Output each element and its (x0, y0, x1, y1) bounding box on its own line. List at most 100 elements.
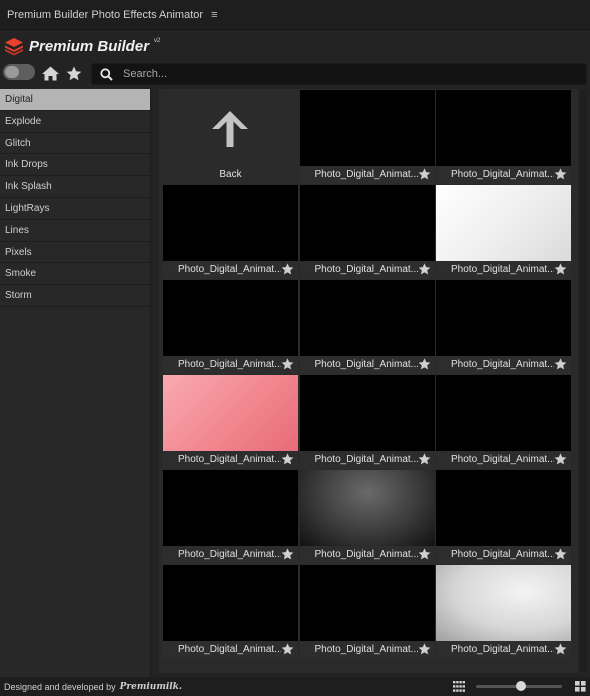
preset-thumbnail (436, 185, 571, 261)
sidebar-item-storm[interactable]: Storm (0, 285, 150, 307)
brand-name: Premium Builder (29, 37, 150, 55)
preset-label: Photo_Digital_Animat... (451, 549, 554, 561)
preset-label: Photo_Digital_Animat... (451, 264, 554, 276)
preset-thumbnail (300, 280, 435, 356)
panel-menu-icon[interactable]: ≡ (211, 9, 217, 21)
preset-caption: Photo_Digital_Animat... (299, 546, 435, 564)
preset-tile[interactable]: Photo_Digital_Animat... (163, 565, 298, 659)
preset-caption: Photo_Digital_Animat... (299, 356, 435, 374)
logo-icon (5, 38, 23, 56)
favorite-star-icon[interactable] (554, 168, 567, 180)
preset-label: Photo_Digital_Animat... (314, 549, 418, 561)
category-sidebar: Digital Explode Glitch Ink Drops Ink Spl… (0, 89, 151, 677)
favorite-star-icon[interactable] (418, 548, 431, 560)
preset-tile[interactable]: Photo_Digital_Animat... (163, 375, 298, 469)
sidebar-item-lines[interactable]: Lines (0, 220, 150, 242)
search-box (91, 63, 587, 85)
preset-tile[interactable]: Photo_Digital_Animat... (299, 90, 435, 184)
preset-caption: Photo_Digital_Animat... (436, 641, 571, 659)
favorite-star-icon[interactable] (418, 168, 431, 180)
favorite-star-icon[interactable] (418, 263, 431, 275)
preset-label: Photo_Digital_Animat... (451, 169, 554, 181)
back-tile[interactable]: Back (163, 90, 298, 184)
search-input[interactable] (123, 65, 578, 83)
title-bar: Premium Builder Photo Effects Animator ≡ (0, 0, 590, 30)
preset-tile[interactable]: Photo_Digital_Animat... (163, 185, 298, 279)
star-icon[interactable] (66, 66, 82, 81)
preset-label: Photo_Digital_Animat... (451, 454, 554, 466)
sidebar-item-explode[interactable]: Explode (0, 111, 150, 133)
favorite-star-icon[interactable] (281, 453, 294, 465)
mode-toggle[interactable] (3, 64, 35, 80)
sidebar-item-smoke[interactable]: Smoke (0, 263, 150, 286)
thumbnail-size-slider[interactable] (476, 681, 562, 691)
preset-tile[interactable]: Photo_Digital_Animat... (299, 565, 435, 659)
sidebar-item-digital[interactable]: Digital (0, 89, 150, 111)
favorite-star-icon[interactable] (418, 453, 431, 465)
preset-label: Photo_Digital_Animat... (178, 454, 281, 466)
toggle-knob (5, 66, 19, 78)
home-icon[interactable] (42, 66, 59, 81)
preset-label: Photo_Digital_Animat... (314, 169, 418, 181)
preset-caption: Photo_Digital_Animat... (436, 356, 571, 374)
slider-knob[interactable] (516, 681, 526, 691)
favorite-star-icon[interactable] (281, 643, 294, 655)
brand-version: v2 (154, 38, 161, 44)
sidebar-item-ink-drops[interactable]: Ink Drops (0, 154, 150, 177)
favorite-star-icon[interactable] (554, 453, 567, 465)
preset-tile[interactable]: Photo_Digital_Animat... (436, 185, 571, 279)
preset-thumbnail (436, 470, 571, 546)
preset-thumbnail (299, 470, 435, 546)
preset-label: Photo_Digital_Animat... (314, 644, 418, 656)
favorite-star-icon[interactable] (554, 358, 567, 370)
preset-caption: Photo_Digital_Animat... (163, 261, 298, 279)
preset-label: Photo_Digital_Animat... (178, 359, 281, 371)
preset-tile[interactable]: Photo_Digital_Animat... (163, 470, 298, 564)
favorite-star-icon[interactable] (418, 643, 431, 655)
footer-credit: Designed and developed by (4, 681, 116, 692)
preset-caption: Photo_Digital_Animat... (163, 356, 298, 374)
sidebar-item-lightrays[interactable]: LightRays (0, 198, 150, 220)
grid-large-icon[interactable] (575, 681, 586, 692)
sidebar-item-pixels[interactable]: Pixels (0, 242, 150, 264)
preset-tile[interactable]: Photo_Digital_Animat... (163, 280, 298, 374)
preset-thumbnail (436, 375, 571, 451)
window-title: Premium Builder Photo Effects Animator (7, 8, 204, 21)
preset-caption: Photo_Digital_Animat... (436, 451, 571, 469)
brand-header: Premium Builder v2 (0, 30, 590, 62)
preset-tile[interactable]: Photo_Digital_Animat... (436, 280, 571, 374)
sidebar-item-glitch[interactable]: Glitch (0, 133, 150, 155)
preset-tile[interactable]: Photo_Digital_Animat... (299, 375, 435, 469)
preset-thumbnail (300, 90, 435, 166)
favorite-star-icon[interactable] (418, 358, 431, 370)
arrow-up-icon (212, 111, 248, 147)
preset-label: Photo_Digital_Animat... (178, 549, 281, 561)
preset-caption: Photo_Digital_Animat... (299, 641, 435, 659)
preset-tile[interactable]: Photo_Digital_Animat... (436, 470, 571, 564)
preset-caption: Photo_Digital_Animat... (436, 166, 571, 184)
preset-thumbnail (163, 280, 298, 356)
favorite-star-icon[interactable] (281, 263, 294, 275)
preset-tile[interactable]: Photo_Digital_Animat... (299, 470, 435, 564)
preset-tile[interactable]: Photo_Digital_Animat... (436, 565, 571, 659)
favorite-star-icon[interactable] (281, 548, 294, 560)
preset-caption: Photo_Digital_Animat... (163, 546, 298, 564)
favorite-star-icon[interactable] (554, 548, 567, 560)
favorite-star-icon[interactable] (554, 643, 567, 655)
preset-tile[interactable]: Photo_Digital_Animat... (299, 185, 435, 279)
preset-caption: Photo_Digital_Animat... (163, 451, 298, 469)
favorite-star-icon[interactable] (281, 358, 294, 370)
sidebar-item-ink-splash[interactable]: Ink Splash (0, 176, 150, 198)
grid-small-icon[interactable] (453, 681, 465, 692)
preset-caption: Photo_Digital_Animat... (299, 261, 435, 279)
preset-tile[interactable]: Photo_Digital_Animat... (436, 375, 571, 469)
preset-thumbnail (163, 470, 298, 546)
preset-tile[interactable]: Photo_Digital_Animat... (436, 90, 571, 184)
preset-caption: Photo_Digital_Animat... (163, 641, 298, 659)
grid-scrollbar[interactable] (580, 90, 587, 672)
toolbar (0, 62, 590, 86)
preset-grid: Back Photo_Digital_Animat... Photo_Digit… (163, 90, 571, 659)
search-icon (100, 68, 113, 81)
preset-tile[interactable]: Photo_Digital_Animat... (299, 280, 435, 374)
favorite-star-icon[interactable] (554, 263, 567, 275)
